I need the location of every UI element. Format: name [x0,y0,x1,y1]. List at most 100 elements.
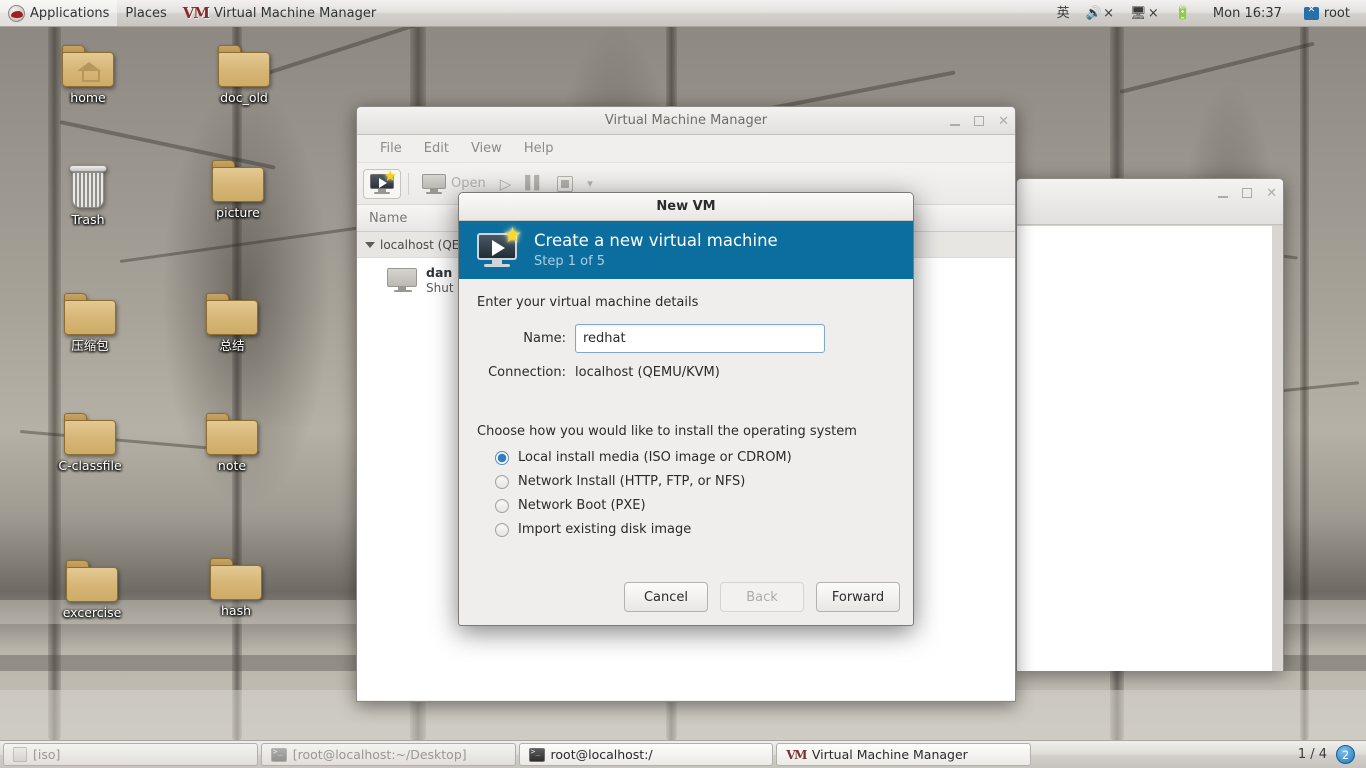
expander-triangle-icon[interactable] [365,241,375,248]
folder-icon [206,293,258,335]
desktop-icon-compressed[interactable]: 压缩包 [42,293,138,353]
radio-local-install-media[interactable]: Local install media (ISO image or CDROM) [495,450,895,465]
places-menu[interactable]: Places [117,0,174,26]
taskbar-item-label: [root@localhost:~/Desktop] [292,747,467,762]
back-button[interactable]: Back [720,582,804,612]
new-vm-button[interactable]: ★ [363,168,401,199]
connection-field-row: Connection: localhost (QEMU/KVM) [477,365,895,380]
terminal-icon [528,747,545,762]
new-vm-icon: ★ [475,225,522,269]
terminal-icon [270,747,287,762]
maximize-icon[interactable] [974,116,985,126]
input-method-indicator[interactable]: 英 [1049,0,1078,26]
maximize-icon[interactable] [1242,188,1253,198]
connection-label: localhost (QEM [380,237,470,252]
input-method-label: 英 [1056,5,1070,21]
desktop-icon-picture[interactable]: picture [190,160,286,220]
desktop-icon-label: 压缩包 [71,338,109,353]
radio-label: Network Boot (PXE) [518,498,646,513]
vertical-scrollbar[interactable] [1272,226,1283,671]
vmm-menubar: File Edit View Help [357,135,1015,163]
background-window-titlebar: ✕ [1017,179,1283,225]
chevron-down-icon: ▾ [587,177,593,190]
stop-icon [557,175,574,192]
menu-view[interactable]: View [460,138,513,159]
desktop-icon-note[interactable]: note [184,413,280,473]
desktop-icon-hash[interactable]: hash [188,558,284,618]
taskbar-empty-slot [1034,743,1287,766]
desktop-icon-label: note [217,458,247,473]
taskbar-item-iso[interactable]: [iso] [3,743,258,766]
connection-value: localhost (QEMU/KVM) [575,365,720,380]
play-icon: ▷ [499,174,512,193]
desktop-icon-label: 总结 [219,338,245,353]
background-window-content [1017,225,1283,671]
folder-icon [212,160,264,202]
archive-icon [13,747,27,762]
user-badge-icon [1303,5,1319,20]
desktop-icon-label: home [70,90,106,105]
taskbar-item-terminal-desktop[interactable]: [root@localhost:~/Desktop] [260,743,516,766]
background-window[interactable]: ✕ [1016,178,1284,671]
name-field-label: Name: [523,331,566,346]
radio-network-boot-pxe[interactable]: Network Boot (PXE) [495,498,895,513]
desktop-icon-trash[interactable]: Trash [40,165,136,227]
desktop-icon-label: C-classfile [58,458,122,473]
desktop-icon-c-classfile[interactable]: C-classfile [42,413,138,473]
radio-import-existing-disk-image[interactable]: Import existing disk image [495,522,895,537]
workspace-badge[interactable]: 2 [1336,745,1356,764]
minimize-icon[interactable] [950,124,961,126]
taskbar-item-label: [iso] [33,747,61,762]
applications-menu[interactable]: Applications [0,0,118,26]
desktop-icon-home[interactable]: home [40,45,136,105]
taskbar-item-terminal-root[interactable]: root@localhost:/ [518,743,774,766]
shutdown-options-dropdown[interactable]: ▾ [581,173,599,194]
active-window-menu[interactable]: VM Virtual Machine Manager [175,0,384,26]
clock[interactable]: Mon 16:37 [1199,0,1296,26]
forward-button[interactable]: Forward [816,582,900,612]
user-menu-label: root [1323,5,1350,21]
volume-muted-icon: 🔊 × [1085,5,1115,21]
workspace-switcher[interactable]: 1 / 4 2 [1290,745,1363,764]
cancel-button[interactable]: Cancel [624,582,708,612]
folder-icon [64,293,116,335]
minimize-icon[interactable] [1218,196,1229,198]
menu-file[interactable]: File [369,138,413,159]
monitor-icon [422,173,446,194]
vmm-window-controls: ✕ [950,107,1009,135]
desktop-icon-doc-old[interactable]: doc_old [196,45,292,105]
folder-icon [218,45,270,87]
trash-icon [68,165,108,209]
taskbar: [iso] [root@localhost:~/Desktop] root@lo… [0,740,1366,768]
redhat-logo-icon [8,4,25,22]
menu-edit[interactable]: Edit [413,138,460,159]
taskbar-item-label: root@localhost:/ [550,747,653,762]
vm-name: dan [426,265,453,280]
close-icon[interactable]: ✕ [1266,187,1277,200]
vm-name-input[interactable] [575,324,825,353]
new-vm-dialog[interactable]: New VM ★ Create a new virtual machine St… [458,192,914,626]
close-icon[interactable]: ✕ [998,115,1009,128]
radio-label: Network Install (HTTP, FTP, or NFS) [518,474,746,489]
radio-label: Local install media (ISO image or CDROM) [518,450,792,465]
volume-indicator[interactable]: 🔊 × [1078,0,1122,26]
menu-help[interactable]: Help [513,138,565,159]
install-section-label: Choose how you would like to install the… [477,424,857,439]
radio-button-icon [495,450,509,465]
radio-network-install[interactable]: Network Install (HTTP, FTP, or NFS) [495,474,895,489]
desktop-icon-label: hash [220,603,252,618]
power-indicator[interactable]: 🔋 [1167,0,1199,26]
desktop-icon-excercise[interactable]: excercise [44,560,140,620]
details-section-label: Enter your virtual machine details [477,295,699,310]
pause-icon: ▌▌ [525,176,544,191]
radio-button-icon [495,474,509,489]
places-menu-label: Places [125,5,167,21]
new-vm-dialog-titlebar: New VM [459,193,913,221]
user-menu[interactable]: root [1296,0,1358,26]
network-indicator[interactable]: 🖥 × [1122,0,1167,26]
taskbar-item-vmm[interactable]: VM Virtual Machine Manager [776,743,1032,766]
vmm-icon: VM [786,747,807,762]
desktop-icon-label: doc_old [220,90,268,105]
dialog-button-bar: Cancel Back Forward [624,582,900,612]
desktop-icon-summary[interactable]: 总结 [184,293,280,353]
